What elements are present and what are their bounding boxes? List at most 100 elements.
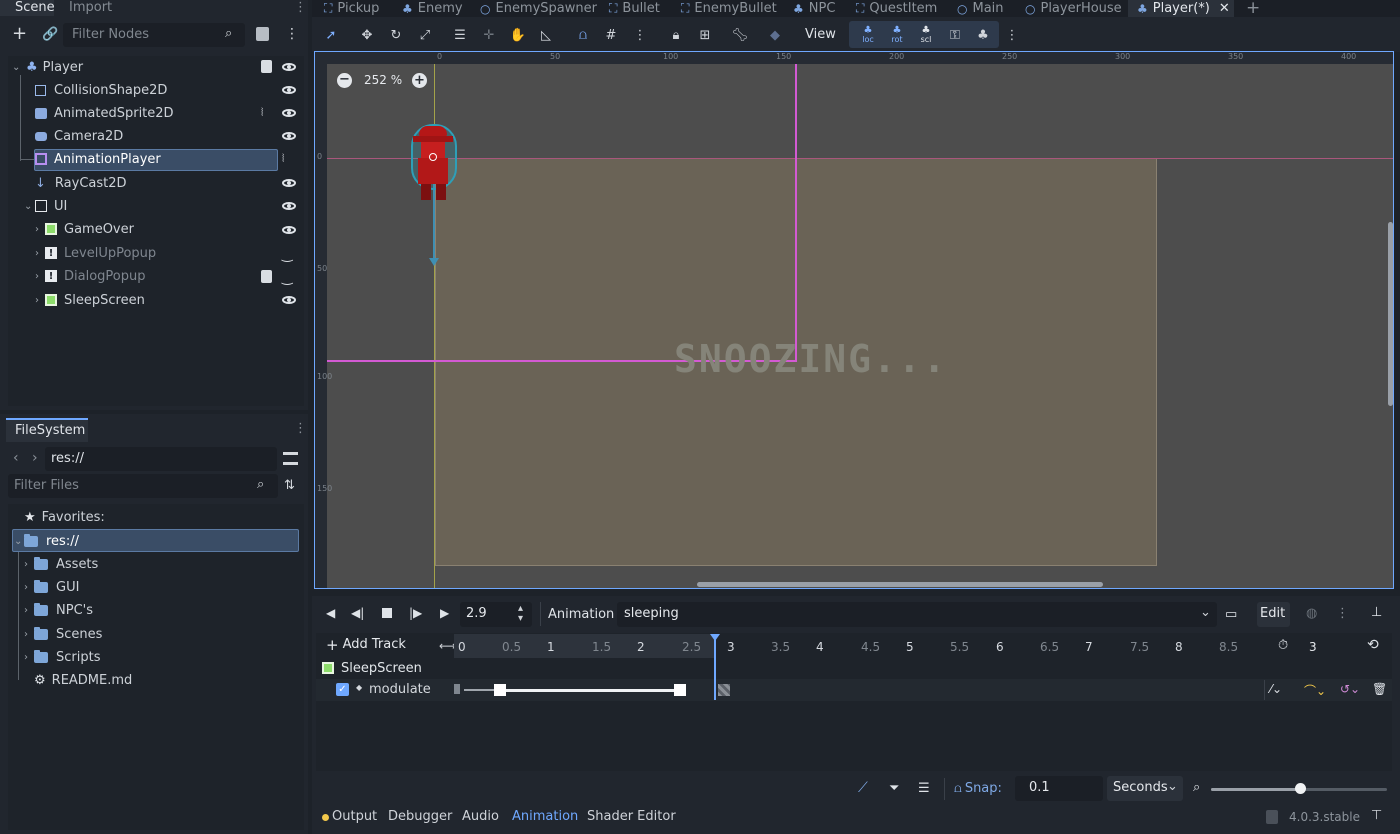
keyframe[interactable] [494,684,506,696]
editor-tab-pickup[interactable]: ⛶ Pickup [324,0,379,17]
key-scale-button[interactable]: ♣ scl [915,25,937,45]
scene-node-raycast2d[interactable]: ↓ RayCast2D [35,172,127,194]
editor-tab-questitem[interactable]: ⛶ QuestItem [856,0,937,17]
track-enabled-checkbox[interactable]: ✓ [336,683,349,696]
editor-tab-npc[interactable]: ♣ NPC [793,0,835,17]
scene-node-ui[interactable]: ⌄ UI [24,195,67,217]
close-icon[interactable]: ✕ [1219,1,1230,16]
animation-menu-button[interactable]: Animation [548,607,614,622]
script-icon[interactable] [261,60,272,73]
collapse-arrow-icon[interactable]: ⌄ [24,201,34,212]
list-icon[interactable]: ☰ [918,781,930,796]
expand-arrow-icon[interactable]: › [24,582,34,593]
editor-tab-enemy[interactable]: ♣ Enemy [402,0,463,17]
play-backwards-from-end-icon[interactable]: ◀| [351,606,364,620]
trash-icon[interactable]: 🗑︎ [1372,682,1387,696]
playhead[interactable] [714,636,716,700]
view-menu-button[interactable]: View [805,27,836,42]
ruler-tool-icon[interactable]: ◺ [535,25,557,45]
grid-snap-icon[interactable]: # [600,25,622,45]
expand-arrow-icon[interactable]: › [35,271,45,282]
editor-tab-main[interactable]: ○ Main [957,0,1004,17]
visibility-eye-icon[interactable] [282,226,296,234]
script-icon[interactable] [261,270,272,283]
update-mode-icon[interactable]: ⌒⌄ [1304,682,1326,699]
instance-scene-icon[interactable] [256,27,269,41]
insert-key-icon[interactable]: ⚿ [944,25,966,45]
options-icon[interactable]: ⋮ [1336,606,1349,621]
pin-icon[interactable]: ⊥ [1371,605,1382,620]
scene-node-player[interactable]: ⌄ ♣ Player [12,56,83,78]
scene-node-collisionshape2d[interactable]: CollisionShape2D [35,79,167,101]
signal-icon[interactable]: ⦚ [261,106,263,120]
vertical-scrollbar[interactable] [1388,222,1393,406]
visibility-eye-icon[interactable] [282,63,296,71]
gizmo-icon[interactable]: ◆ [764,25,786,45]
editor-tab-player[interactable]: ♣ Player(*) ✕ [1137,0,1230,17]
track-property-label[interactable]: modulate [369,682,431,697]
tab-import[interactable]: Import [69,0,112,15]
dock-menu-icon[interactable]: ⋮ [294,421,307,436]
playhead-handle[interactable] [710,634,720,641]
filter-icon[interactable]: ⏷ [889,781,899,796]
signal-icon[interactable]: ⦚ [282,152,284,166]
list-select-icon[interactable]: ☰ [449,25,471,45]
pivot-tool-icon[interactable]: ✛ [478,25,500,45]
animation-length[interactable]: 3 [1309,640,1317,654]
horizontal-scrollbar[interactable] [697,582,1103,587]
expand-arrow-icon[interactable]: › [35,248,45,259]
bottom-tab-debugger[interactable]: Debugger [388,809,452,824]
keyframe[interactable] [674,684,686,696]
add-track-button[interactable]: + Add Track [326,637,406,653]
add-node-icon[interactable]: + [12,25,27,43]
expand-arrow-icon[interactable]: › [24,629,34,640]
path-field[interactable]: res:// [45,447,277,471]
stop-icon[interactable] [382,608,392,618]
zoom-in-button[interactable]: + [412,73,427,88]
time-spinbox[interactable]: 2.9 ▴ ▾ [460,602,532,627]
scene-node-sleepscreen[interactable]: › SleepScreen [35,289,145,311]
timeline-zoom-handle[interactable] [1295,783,1306,794]
visibility-eye-icon[interactable] [282,109,296,117]
visibility-eye-icon[interactable] [282,179,296,187]
editor-tab-bullet[interactable]: ⛶ Bullet [609,0,660,17]
link-icon[interactable]: 🔗 [42,27,58,42]
edit-button[interactable]: Edit [1257,602,1290,627]
onion-skin-icon[interactable]: ◍ [1306,606,1317,621]
hidden-eye-icon[interactable]: ‿ [282,248,292,263]
expand-arrow-icon[interactable]: › [24,559,34,570]
play-backwards-icon[interactable]: ◀ [326,606,335,620]
visibility-eye-icon[interactable] [282,86,296,94]
bottom-tab-audio[interactable]: Audio [462,809,499,824]
file-item-readme[interactable]: ⚙ README.md [34,669,132,691]
track-group-label[interactable]: SleepScreen [341,661,422,676]
scene-node-dialogpopup[interactable]: › ! DialogPopup [35,265,145,287]
folder-item-scripts[interactable]: › Scripts [24,646,100,668]
lock-icon[interactable]: 🔒︎ [665,25,687,45]
res-root-item[interactable]: ⌄ res:// [14,530,79,552]
hidden-eye-icon[interactable]: ‿ [282,271,292,286]
scene-node-animationplayer[interactable]: AnimationPlayer [35,148,161,170]
scene-node-gameover[interactable]: › GameOver [35,218,134,240]
scene-menu-icon[interactable]: ⋮ [285,26,299,42]
collapse-arrow-icon[interactable]: ⌄ [14,536,24,547]
folder-item-npcs[interactable]: › NPC's [24,599,93,621]
sort-icon[interactable]: ⇅ [284,478,295,493]
snap-unit-select[interactable]: Seconds ⌄ [1107,776,1183,801]
bottom-tab-animation[interactable]: Animation [512,809,578,824]
animation-select[interactable]: sleeping ⌄ [617,602,1217,627]
snap-input[interactable]: 0.1 [1015,776,1103,801]
key-location-button[interactable]: ♣ loc [857,25,879,45]
scene-node-camera2d[interactable]: Camera2D [35,125,123,147]
auto-key-icon[interactable]: ♣ [972,25,994,45]
folder-item-assets[interactable]: › Assets [24,553,98,575]
edit-animation-icon[interactable]: ▭ [1225,607,1237,622]
play-from-start-icon[interactable]: |▶ [409,606,422,620]
smart-snap-icon[interactable]: ⩍ [572,25,594,45]
scene-node-leveluppopup[interactable]: › ! LevelUpPopup [35,242,156,264]
favorites-item[interactable]: ★ Favorites: [24,506,105,528]
play-icon[interactable]: ▶ [440,606,449,620]
loop-icon[interactable]: ⟲ [1367,637,1379,653]
new-tab-icon[interactable]: + [1246,0,1260,18]
bezier-icon[interactable]: ⟋ [858,780,868,796]
